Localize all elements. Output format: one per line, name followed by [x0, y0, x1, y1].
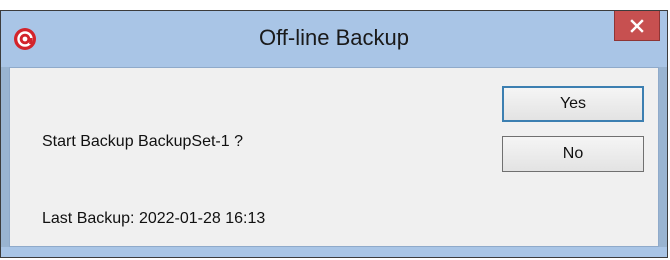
close-button[interactable]: [614, 11, 660, 41]
last-backup-label: Last Backup: 2022-01-28 16:13: [42, 210, 266, 227]
window-title: Off-line Backup: [258, 25, 409, 50]
close-icon: [630, 19, 644, 33]
confirm-message: Start Backup BackupSet-1 ?: [42, 133, 243, 150]
offline-backup-dialog: Off-line Backup Start Backup BackupSet-1…: [0, 10, 668, 258]
window-bottom-border: [1, 247, 667, 257]
background-window-fragment: [0, 0, 670, 10]
dialog-body: Start Backup BackupSet-1 ? Last Backup: …: [9, 67, 659, 247]
yes-button[interactable]: Yes: [502, 86, 644, 122]
title-bar[interactable]: Off-line Backup: [1, 11, 667, 67]
no-button[interactable]: No: [502, 136, 644, 172]
